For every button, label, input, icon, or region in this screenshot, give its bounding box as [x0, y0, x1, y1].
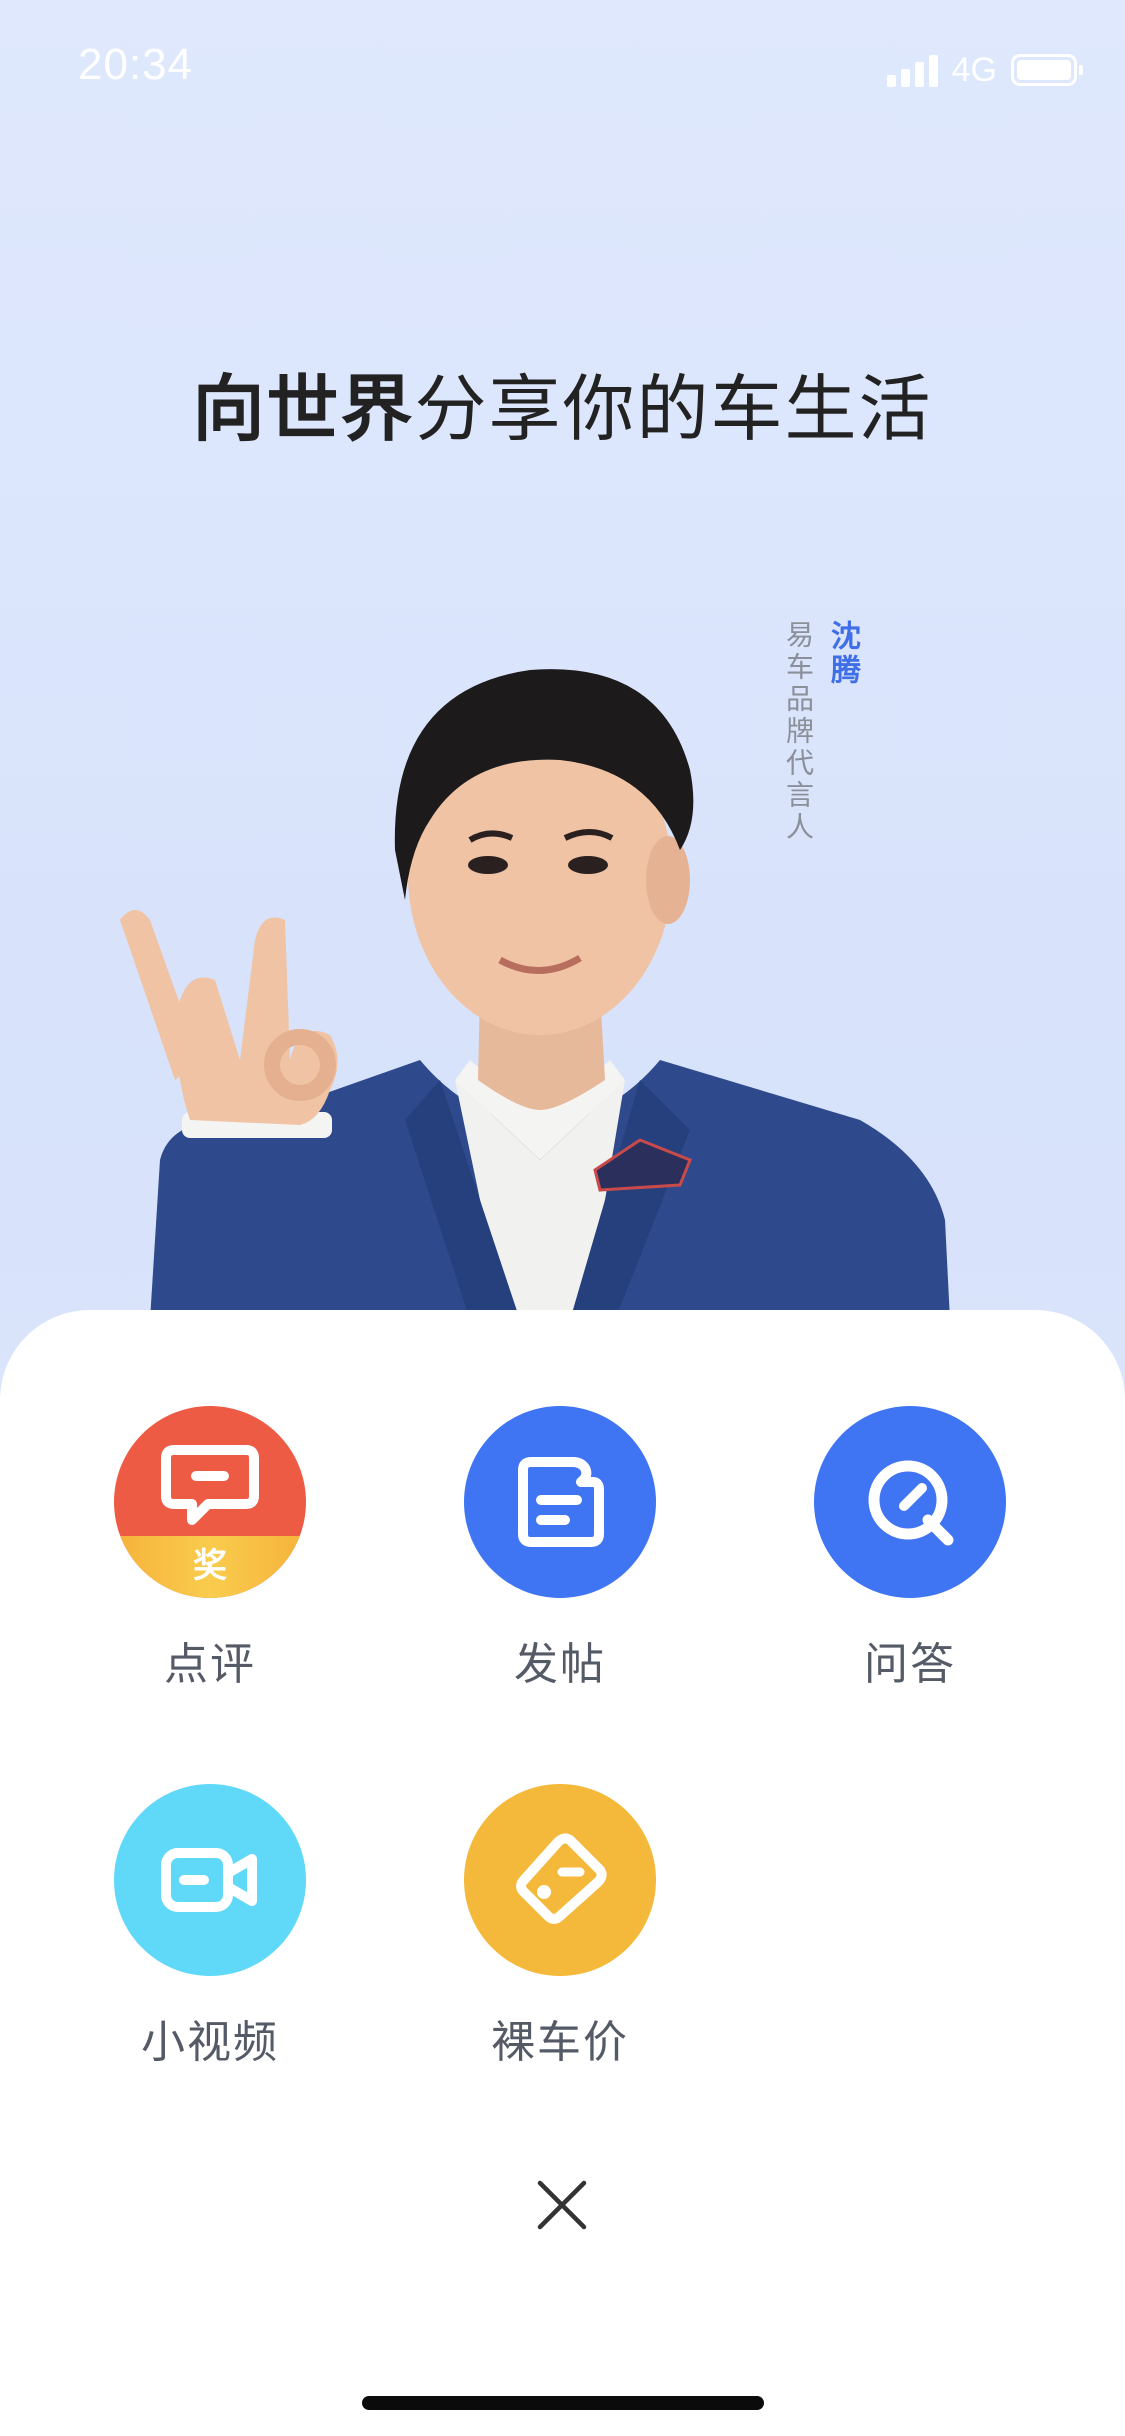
qa-icon [868, 1460, 954, 1546]
price-tag-icon [516, 1833, 607, 1924]
action-label-short-video: 小视频 [141, 2017, 279, 2068]
spokesperson-illustration [120, 669, 950, 1320]
action-post[interactable]: 发帖 [430, 1406, 690, 1692]
action-qa[interactable]: 问答 [780, 1406, 1040, 1692]
post-icon-circle [464, 1406, 656, 1598]
action-review[interactable]: 奖 点评 [80, 1406, 340, 1692]
action-short-video[interactable]: 小视频 [80, 1784, 340, 2070]
battery-icon [1011, 54, 1083, 86]
status-indicators: 4G [886, 50, 1083, 90]
headline-rest: 分享你的车生活 [414, 367, 933, 451]
action-label-qa: 问答 [864, 1639, 956, 1690]
review-icon-circle: 奖 [114, 1406, 306, 1598]
qa-icon-circle [814, 1406, 1006, 1598]
status-time: 20:34 [78, 40, 194, 89]
action-label-car-price: 裸车价 [491, 2017, 629, 2068]
action-car-price[interactable]: 裸车价 [430, 1784, 690, 2070]
close-icon[interactable] [532, 2175, 592, 2235]
comment-icon [161, 1445, 259, 1525]
video-camera-icon [161, 1848, 257, 1912]
reward-badge: 奖 [114, 1536, 306, 1598]
spokesperson-photo: 沈腾 易车品牌代言人 [0, 520, 1125, 1320]
post-icon [518, 1457, 604, 1547]
page-title: 向世界分享你的车生活 [0, 350, 1125, 455]
status-bar: 20:34 4G [0, 0, 1125, 132]
signal-icon [886, 53, 938, 87]
spokesperson-name: 沈腾 [825, 620, 860, 688]
reward-label: 奖 [193, 1546, 227, 1586]
action-label-post: 发帖 [514, 1639, 606, 1690]
network-label: 4G [951, 50, 997, 89]
home-indicator[interactable] [362, 2396, 764, 2410]
video-icon-circle [114, 1784, 306, 1976]
action-sheet: 奖 点评 发帖 问答 小视频 裸车价 [0, 1310, 1125, 2436]
spokesperson-role: 易车品牌代言人 [782, 620, 815, 844]
price-icon-circle [464, 1784, 656, 1976]
action-label-review: 点评 [164, 1639, 256, 1690]
headline-bold: 向世界 [192, 367, 415, 451]
